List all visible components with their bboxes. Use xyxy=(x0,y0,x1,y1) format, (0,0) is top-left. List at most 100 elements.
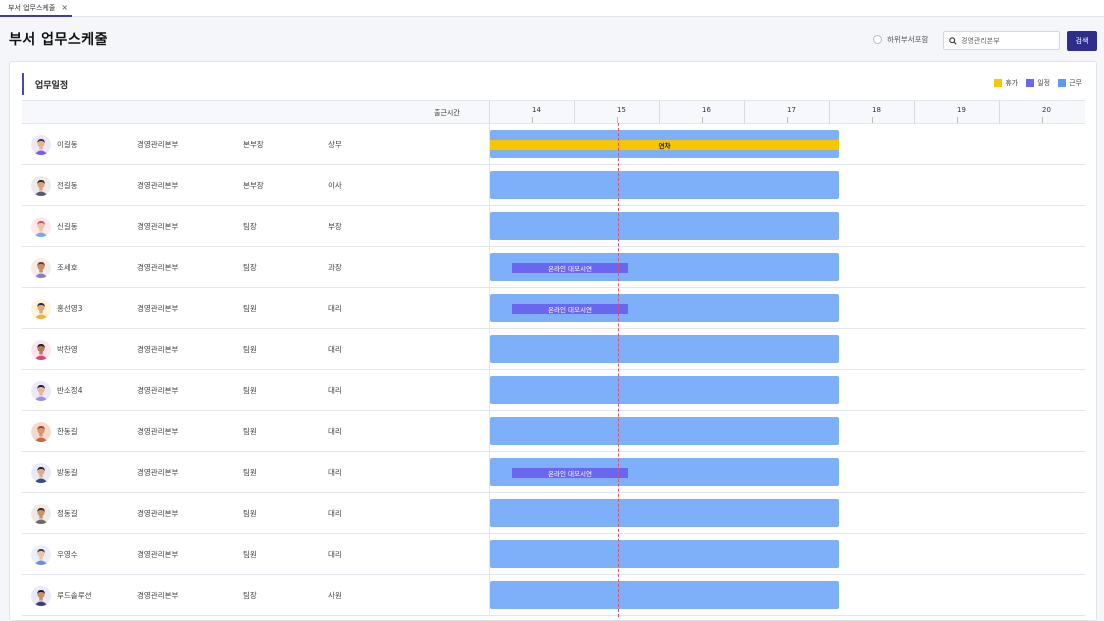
avatar xyxy=(31,258,51,278)
tab-dept-schedule[interactable]: 부서 업무스케줄 × xyxy=(0,0,72,17)
department: 경영관리본부 xyxy=(137,181,179,190)
table-row[interactable]: 이길동 경영관리본부 본부장 상무 연차 xyxy=(22,124,1085,165)
table-row[interactable]: 우영수 경영관리본부 팀원 대리 xyxy=(22,534,1085,575)
avatar xyxy=(31,545,51,565)
rank: 이사 xyxy=(328,181,342,190)
timeline-header: 출근시간 14 15 16 17 18 19 20 xyxy=(22,100,1085,124)
position: 팀원 xyxy=(243,345,257,354)
rank: 대리 xyxy=(328,468,342,477)
table-row[interactable]: 방동길 경영관리본부 팀원 대리 온라인 대모시연 xyxy=(22,452,1085,493)
avatar xyxy=(31,135,51,155)
position: 팀원 xyxy=(243,427,257,436)
search-field[interactable] xyxy=(943,31,1060,50)
rank: 대리 xyxy=(328,550,342,559)
hour-tick xyxy=(872,117,873,123)
search-input[interactable] xyxy=(961,36,1056,45)
employee-name: 반소정4 xyxy=(57,386,83,395)
include-subdept-toggle[interactable]: 하위부서포함 xyxy=(873,34,928,45)
avatar xyxy=(31,463,51,483)
search-icon xyxy=(949,36,957,45)
position: 팀원 xyxy=(243,509,257,518)
position: 팀원 xyxy=(243,386,257,395)
table-row[interactable]: 박찬영 경영관리본부 팀원 대리 xyxy=(22,329,1085,370)
rank: 부장 xyxy=(328,222,342,231)
position: 본부장 xyxy=(243,181,264,190)
department: 경영관리본부 xyxy=(137,304,179,313)
hour-tick xyxy=(532,117,533,123)
schedule-bar[interactable]: 온라인 대모시연 xyxy=(512,263,628,273)
panel-title: 업무일정 xyxy=(22,73,68,95)
employee-name: 박찬영 xyxy=(57,345,78,354)
work-bar[interactable] xyxy=(490,376,839,404)
search-button[interactable]: 검색 xyxy=(1067,31,1097,51)
hour-tick xyxy=(1042,117,1043,123)
tab-bar: 부서 업무스케줄 × xyxy=(0,0,1104,17)
work-bar[interactable] xyxy=(490,499,839,527)
tab-label: 부서 업무스케줄 xyxy=(8,3,56,12)
employee-name: 우영수 xyxy=(57,550,78,559)
work-bar[interactable] xyxy=(490,171,839,199)
table-row[interactable]: 홍선영3 경영관리본부 팀원 대리 온라인 대모시연 xyxy=(22,288,1085,329)
hour-column: 18 xyxy=(829,101,914,124)
legend-label: 근무 xyxy=(1069,79,1082,87)
hour-label: 16 xyxy=(702,106,711,114)
department: 경영관리본부 xyxy=(137,550,179,559)
table-row[interactable]: 정동길 경영관리본부 팀원 대리 xyxy=(22,493,1085,534)
table-row[interactable]: 루드솔루션 경영관리본부 팀장 사원 xyxy=(22,575,1085,616)
page-header: 부서 업무스케줄 하위부서포함 검색 xyxy=(0,17,1104,61)
hour-label: 18 xyxy=(872,106,881,114)
position: 팀장 xyxy=(243,222,257,231)
employee-name: 홍선영3 xyxy=(57,304,83,313)
hour-label: 17 xyxy=(787,106,796,114)
department: 경영관리본부 xyxy=(137,386,179,395)
hour-column: 17 xyxy=(744,101,829,124)
work-bar[interactable] xyxy=(490,581,839,609)
legend-swatch xyxy=(1058,79,1067,87)
position: 본부장 xyxy=(243,140,264,149)
include-subdept-label: 하위부서포함 xyxy=(887,35,929,44)
department: 경영관리본부 xyxy=(137,345,179,354)
department: 경영관리본부 xyxy=(137,509,179,518)
legend-swatch xyxy=(1026,79,1035,87)
employee-name: 정동길 xyxy=(57,509,78,518)
work-bar[interactable] xyxy=(490,335,839,363)
avatar xyxy=(31,176,51,196)
table-row[interactable]: 조세호 경영관리본부 팀장 과장 온라인 대모시연 xyxy=(22,247,1085,288)
employee-name: 한동길 xyxy=(57,427,78,436)
avatar xyxy=(31,299,51,319)
include-subdept-checkbox[interactable] xyxy=(873,35,882,44)
table-row[interactable]: 전길동 경영관리본부 본부장 이사 xyxy=(22,165,1085,206)
position: 팀원 xyxy=(243,304,257,313)
rank: 사원 xyxy=(328,591,342,600)
avatar xyxy=(31,422,51,442)
employee-name: 루드솔루션 xyxy=(57,591,92,600)
hour-label: 15 xyxy=(617,106,626,114)
work-bar[interactable] xyxy=(490,540,839,568)
schedule-bar[interactable]: 온라인 대모시연 xyxy=(512,468,628,478)
table-row[interactable]: 한동길 경영관리본부 팀원 대리 xyxy=(22,411,1085,452)
position: 팀장 xyxy=(243,591,257,600)
department: 경영관리본부 xyxy=(137,427,179,436)
legend: 휴가 일정 근무 xyxy=(986,78,1082,88)
current-time-line xyxy=(618,123,619,617)
rank: 대리 xyxy=(328,427,342,436)
employee-name: 조세호 xyxy=(57,263,78,272)
schedule-bar[interactable]: 온라인 대모시연 xyxy=(512,304,628,314)
position: 팀장 xyxy=(243,263,257,272)
hour-label: 14 xyxy=(532,106,541,114)
table-row[interactable]: 신길동 경영관리본부 팀장 부장 xyxy=(22,206,1085,247)
hour-column: 20 xyxy=(999,101,1084,124)
hour-column: 16 xyxy=(659,101,744,124)
close-icon[interactable]: × xyxy=(61,3,68,12)
work-bar[interactable] xyxy=(490,212,839,240)
vacation-bar[interactable]: 연차 xyxy=(490,140,839,150)
legend-label: 휴가 xyxy=(1005,79,1019,87)
start-time-header: 출근시간 xyxy=(434,109,460,117)
department: 경영관리본부 xyxy=(137,263,179,272)
schedule-panel: 업무일정 휴가 일정 근무 출근시간 14 15 16 17 18 19 20 이길동 경영관리본… xyxy=(9,61,1097,621)
hour-column: 14 xyxy=(489,101,574,124)
rank: 상무 xyxy=(328,140,342,149)
work-bar[interactable] xyxy=(490,417,839,445)
table-row[interactable]: 반소정4 경영관리본부 팀원 대리 xyxy=(22,370,1085,411)
legend-swatch xyxy=(994,79,1003,87)
